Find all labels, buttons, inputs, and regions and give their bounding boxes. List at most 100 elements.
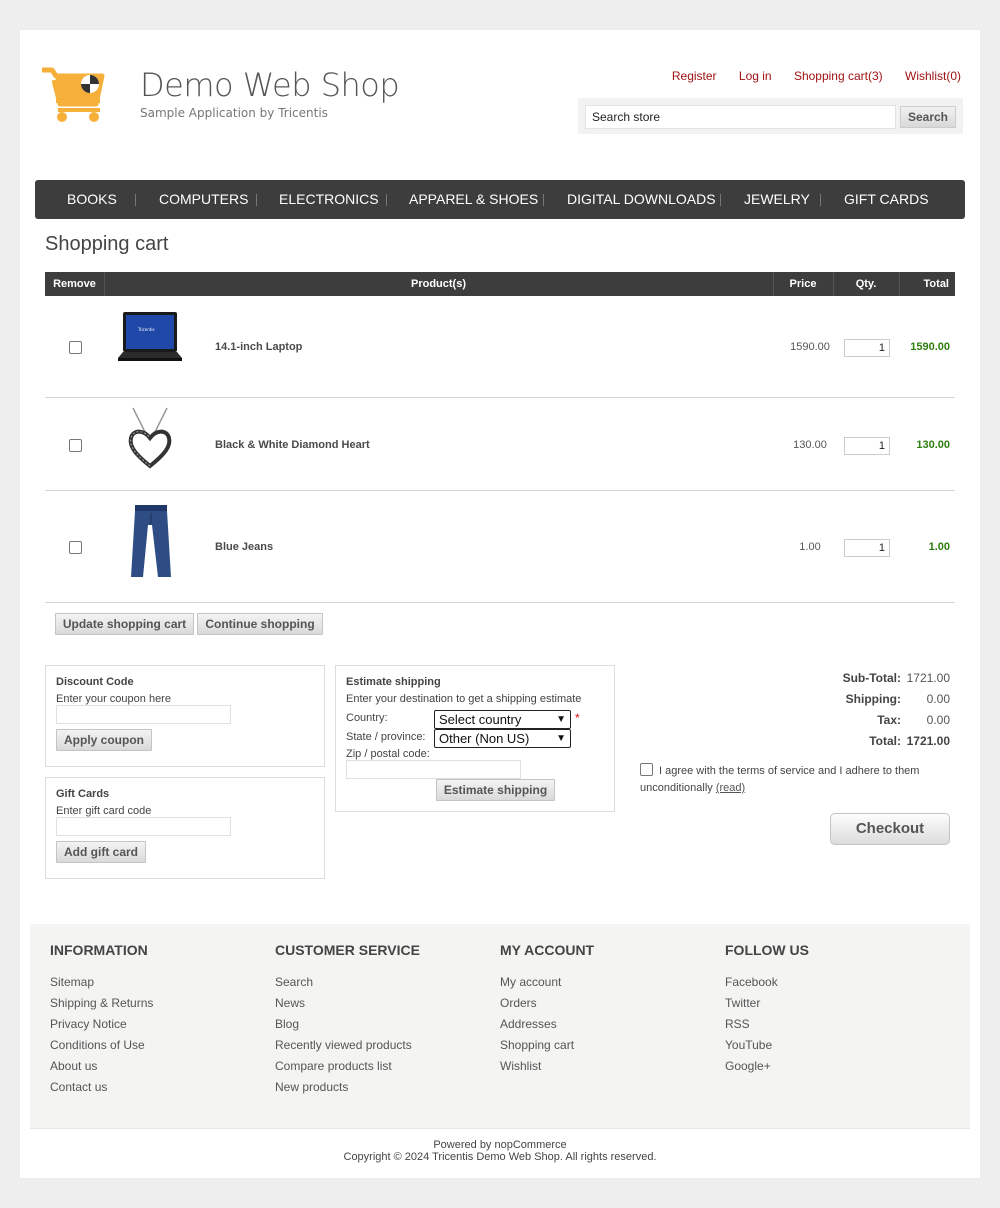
top-menu: BOOKS COMPUTERS ELECTRONICS APPAREL & SH… xyxy=(35,180,965,219)
checkout-button[interactable]: Checkout xyxy=(830,813,950,845)
footer-link[interactable]: Privacy Notice xyxy=(50,1016,270,1037)
estimate-shipping-button[interactable]: Estimate shipping xyxy=(436,779,555,801)
country-label: Country: xyxy=(346,712,388,724)
search-box: Search store Search xyxy=(578,98,963,134)
shipping-label: Shipping: xyxy=(845,692,901,706)
terms-checkbox[interactable] xyxy=(640,763,653,776)
remove-checkbox[interactable] xyxy=(69,541,82,554)
menu-item-digital-downloads[interactable]: DIGITAL DOWNLOADS xyxy=(567,180,716,219)
footer-link[interactable]: About us xyxy=(50,1058,270,1079)
search-input[interactable]: Search store xyxy=(585,105,896,129)
subtotal-value: 1721.00 xyxy=(906,671,950,685)
footer-link[interactable]: Sitemap xyxy=(50,974,270,995)
jeans-image[interactable] xyxy=(115,503,185,581)
country-select-value: Select country xyxy=(439,712,522,727)
tax-label: Tax: xyxy=(877,713,901,727)
register-link[interactable]: Register xyxy=(672,69,717,83)
shopping-cart-link[interactable]: Shopping cart(3) xyxy=(794,69,883,83)
search-button[interactable]: Search xyxy=(900,106,956,128)
header-remove: Remove xyxy=(53,278,96,290)
discount-title: Discount Code xyxy=(56,676,134,688)
footer-column-follow-us: FOLLOW US Facebook Twitter RSS YouTube G… xyxy=(725,942,945,1079)
quantity-input[interactable]: 1 xyxy=(844,539,890,557)
row-total: 1.00 xyxy=(928,541,950,553)
footer-link[interactable]: YouTube xyxy=(725,1037,945,1058)
gift-card-input[interactable] xyxy=(56,817,231,836)
cart-row: Tricentis 14.1-inch Laptop 1590.00 1 159… xyxy=(45,296,955,398)
footer-bottom: Powered by nopCommerce Copyright © 2024 … xyxy=(30,1128,970,1163)
page-title: Shopping cart xyxy=(45,233,169,255)
state-label: State / province: xyxy=(346,731,426,743)
footer-link[interactable]: Twitter xyxy=(725,995,945,1016)
menu-separator xyxy=(543,194,544,206)
logo-subtitle: Sample Application by Tricentis xyxy=(140,106,328,120)
product-name-link[interactable]: Black & White Diamond Heart xyxy=(215,439,370,451)
logo[interactable]: Demo Web Shop Sample Application by Tric… xyxy=(40,66,400,126)
footer-link[interactable]: Conditions of Use xyxy=(50,1037,270,1058)
footer-link[interactable]: Wishlist xyxy=(500,1058,720,1079)
continue-shopping-button[interactable]: Continue shopping xyxy=(197,613,323,635)
menu-separator xyxy=(135,194,136,206)
footer-column-information: INFORMATION Sitemap Shipping & Returns P… xyxy=(50,942,270,1100)
login-link[interactable]: Log in xyxy=(739,69,772,83)
footer-link[interactable]: Addresses xyxy=(500,1016,720,1037)
chevron-down-icon: ▼ xyxy=(556,733,566,744)
footer-link[interactable]: Contact us xyxy=(50,1079,270,1100)
footer-link[interactable]: Compare products list xyxy=(275,1058,495,1079)
menu-item-jewelry[interactable]: JEWELRY xyxy=(744,180,810,219)
country-select[interactable]: Select country ▼ xyxy=(434,710,571,729)
laptop-image[interactable]: Tricentis xyxy=(115,310,185,370)
required-mark: * xyxy=(575,711,580,725)
footer-column-my-account: MY ACCOUNT My account Orders Addresses S… xyxy=(500,942,720,1079)
terms-read-link[interactable]: (read) xyxy=(716,782,745,794)
footer-link[interactable]: Shipping & Returns xyxy=(50,995,270,1016)
header-links: Register Log in Shopping cart(3) Wishlis… xyxy=(653,69,961,83)
gift-card-title: Gift Cards xyxy=(56,788,110,800)
apply-coupon-button[interactable]: Apply coupon xyxy=(56,729,152,751)
shipping-hint: Enter your destination to get a shipping… xyxy=(346,693,582,705)
add-gift-card-button[interactable]: Add gift card xyxy=(56,841,146,863)
shipping-value: 0.00 xyxy=(926,692,950,706)
heart-necklace-image[interactable] xyxy=(115,406,185,470)
gift-card-box: Gift Cards Enter gift card code Add gift… xyxy=(45,777,325,879)
wishlist-link[interactable]: Wishlist(0) xyxy=(905,69,961,83)
footer-heading: MY ACCOUNT xyxy=(500,942,595,958)
quantity-input[interactable]: 1 xyxy=(844,437,890,455)
footer-link[interactable]: Shopping cart xyxy=(500,1037,720,1058)
logo-title: Demo Web Shop xyxy=(140,66,400,104)
footer-link[interactable]: RSS xyxy=(725,1016,945,1037)
state-select[interactable]: Other (Non US) ▼ xyxy=(434,729,571,748)
shipping-title: Estimate shipping xyxy=(346,676,441,688)
menu-item-books[interactable]: BOOKS xyxy=(67,180,117,219)
footer-link[interactable]: Orders xyxy=(500,995,720,1016)
footer: INFORMATION Sitemap Shipping & Returns P… xyxy=(30,924,970,1128)
footer-column-customer-service: CUSTOMER SERVICE Search News Blog Recent… xyxy=(275,942,495,1100)
header-total: Total xyxy=(923,278,949,290)
footer-link[interactable]: New products xyxy=(275,1079,495,1100)
discount-hint: Enter your coupon here xyxy=(56,693,171,705)
product-name-link[interactable]: 14.1-inch Laptop xyxy=(215,341,302,353)
menu-item-electronics[interactable]: ELECTRONICS xyxy=(279,180,379,219)
footer-link[interactable]: Google+ xyxy=(725,1058,945,1079)
update-cart-button[interactable]: Update shopping cart xyxy=(55,613,194,635)
subtotal-label: Sub-Total: xyxy=(842,671,901,685)
discount-code-box: Discount Code Enter your coupon here App… xyxy=(45,665,325,767)
product-name-link[interactable]: Blue Jeans xyxy=(215,541,273,553)
unit-price: 1590.00 xyxy=(790,341,830,353)
footer-link[interactable]: News xyxy=(275,995,495,1016)
menu-item-computers[interactable]: COMPUTERS xyxy=(159,180,248,219)
remove-checkbox[interactable] xyxy=(69,439,82,452)
footer-link[interactable]: Recently viewed products xyxy=(275,1037,495,1058)
footer-heading: CUSTOMER SERVICE xyxy=(275,942,420,958)
footer-link[interactable]: Blog xyxy=(275,1016,495,1037)
menu-item-gift-cards[interactable]: GIFT CARDS xyxy=(844,180,929,219)
coupon-input[interactable] xyxy=(56,705,231,724)
zip-input[interactable] xyxy=(346,760,521,779)
remove-checkbox[interactable] xyxy=(69,341,82,354)
menu-item-apparel[interactable]: APPAREL & SHOES xyxy=(409,180,538,219)
footer-link[interactable]: My account xyxy=(500,974,720,995)
footer-link[interactable]: Search xyxy=(275,974,495,995)
footer-link[interactable]: Facebook xyxy=(725,974,945,995)
state-select-value: Other (Non US) xyxy=(439,731,530,746)
quantity-input[interactable]: 1 xyxy=(844,339,890,357)
